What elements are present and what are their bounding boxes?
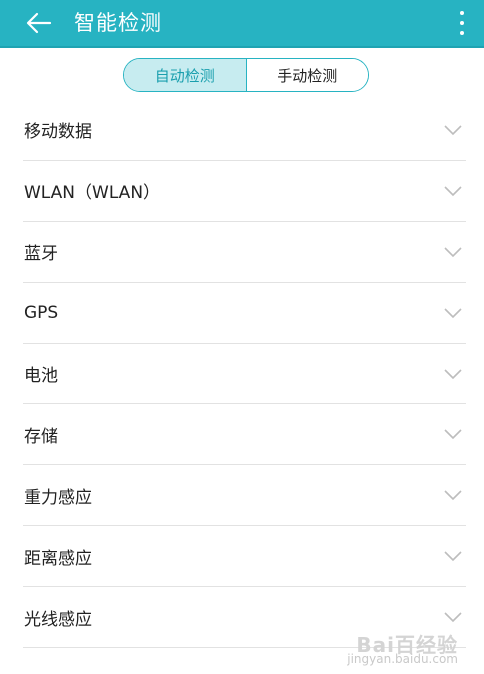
- more-vertical-icon: [460, 11, 464, 15]
- chevron-down-icon: [444, 429, 462, 440]
- mode-tabs: 自动检测 手动检测: [123, 58, 369, 92]
- list-item-label: WLAN（WLAN）: [24, 183, 161, 204]
- list-item-label: 重力感应: [24, 487, 92, 508]
- chevron-down-icon: [444, 308, 462, 318]
- tab-manual-detect[interactable]: 手动检测: [246, 59, 368, 91]
- list-item[interactable]: 重力感应: [23, 465, 466, 527]
- list-item-label: 存储: [24, 426, 58, 447]
- app-header: 智能检测: [0, 0, 484, 48]
- list-item-label: 距离感应: [24, 548, 92, 569]
- list-item-label: GPS: [24, 302, 59, 323]
- list-item[interactable]: WLAN（WLAN）: [23, 161, 466, 222]
- chevron-down-icon: [444, 551, 462, 562]
- chevron-down-icon: [444, 186, 462, 196]
- page-title: 智能检测: [74, 11, 162, 35]
- list-item[interactable]: GPS: [23, 283, 466, 344]
- chevron-down-icon: [444, 368, 462, 379]
- list-item[interactable]: 距离感应: [23, 526, 466, 588]
- detection-list: 移动数据 WLAN（WLAN） 蓝牙 GPS 电池 存储 重力感应 距离感应 光…: [23, 100, 466, 649]
- list-item[interactable]: 蓝牙: [23, 222, 466, 283]
- list-item-label: 蓝牙: [24, 244, 58, 265]
- back-button[interactable]: [24, 8, 54, 38]
- chevron-down-icon: [444, 247, 462, 257]
- chevron-down-icon: [444, 125, 462, 136]
- arrow-left-icon: [26, 12, 52, 34]
- watermark-url: jingyan.baidu.com: [347, 652, 458, 666]
- list-item[interactable]: 存储: [23, 404, 466, 466]
- chevron-down-icon: [444, 490, 462, 501]
- list-item[interactable]: 电池: [23, 344, 466, 405]
- watermark-brand: Bai百经验: [356, 633, 458, 657]
- list-item-label: 电池: [24, 366, 58, 386]
- watermark: Bai百经验 jingyan.baidu.com: [347, 633, 458, 666]
- more-options-button[interactable]: [454, 9, 470, 37]
- chevron-down-icon: [444, 612, 462, 623]
- list-item-label: 移动数据: [24, 122, 92, 143]
- tab-auto-detect[interactable]: 自动检测: [124, 59, 247, 91]
- list-item-label: 光线感应: [24, 609, 92, 630]
- list-item[interactable]: 移动数据: [23, 100, 466, 161]
